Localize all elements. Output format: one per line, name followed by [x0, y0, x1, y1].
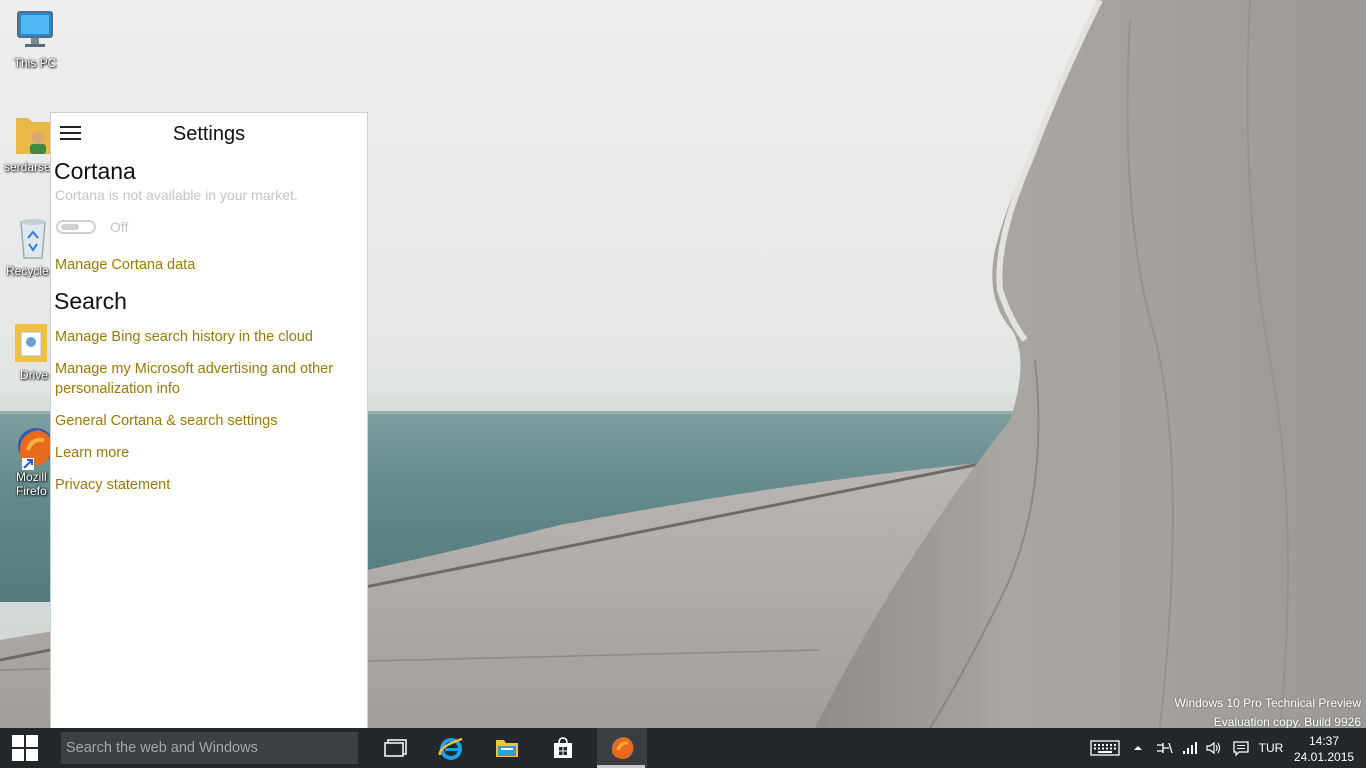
power-status-button[interactable] [1153, 728, 1175, 768]
keyboard-icon [1090, 740, 1120, 756]
task-view-button[interactable] [371, 728, 421, 768]
speaker-icon [1206, 741, 1221, 755]
clock-time: 14:37 [1308, 734, 1340, 748]
recycle-bin-icon [13, 216, 53, 262]
task-view-icon [384, 739, 407, 757]
manage-advertising-link[interactable]: Manage my Microsoft advertising and othe… [55, 359, 367, 399]
file-explorer-icon [496, 740, 518, 757]
store-icon [554, 737, 572, 758]
firefox-icon [611, 737, 634, 759]
learn-more-link[interactable]: Learn more [55, 443, 367, 463]
cortana-toggle-row: Off [56, 217, 367, 237]
action-center-button[interactable] [1230, 728, 1252, 768]
user-folder-icon [14, 112, 54, 158]
signal-bars-icon [1183, 742, 1197, 754]
watermark-line-1: Windows 10 Pro Technical Preview [1174, 696, 1361, 710]
search-heading: Search [54, 288, 127, 314]
panel-title: Settings [172, 123, 246, 145]
firefox-icon [8, 424, 54, 470]
start-button[interactable] [0, 728, 50, 768]
manage-cortana-data-link[interactable]: Manage Cortana data [55, 255, 367, 275]
cortana-settings-panel: Settings Cortana Cortana is not availabl… [50, 112, 368, 728]
volume-button[interactable] [1203, 728, 1225, 768]
chevron-up-icon [1134, 746, 1142, 750]
manage-bing-history-link[interactable]: Manage Bing search history in the cloud [55, 327, 367, 347]
cortana-unavailable-text: Cortana is not available in your market. [55, 187, 298, 203]
computer-icon [15, 8, 55, 54]
document-folder-icon [11, 320, 51, 366]
cortana-toggle[interactable] [56, 220, 96, 234]
internet-explorer-button[interactable] [426, 728, 476, 768]
clock-button[interactable]: 14:37 24.01.2015 [1294, 733, 1354, 765]
windows-logo-icon [12, 735, 38, 761]
file-explorer-button[interactable] [482, 728, 532, 768]
panel-header: Settings [51, 113, 367, 157]
privacy-statement-link[interactable]: Privacy statement [55, 475, 367, 495]
desktop-icon-label: This PC [13, 56, 57, 70]
taskbar-search-input[interactable]: Search the web and Windows [61, 732, 358, 764]
power-plug-icon [1157, 742, 1173, 754]
message-icon [1233, 740, 1249, 756]
internet-explorer-icon [438, 737, 463, 760]
toggle-knob [61, 224, 79, 230]
desktop-icon-this-pc[interactable]: This PC [0, 8, 70, 70]
input-language-label: TUR [1258, 741, 1284, 755]
touch-keyboard-button[interactable] [1088, 728, 1122, 768]
input-language-button[interactable]: TUR [1256, 728, 1286, 768]
cortana-toggle-state: Off [110, 219, 129, 235]
cortana-heading: Cortana [54, 158, 136, 184]
build-watermark: Windows 10 Pro Technical Preview Evaluat… [1174, 694, 1361, 732]
firefox-taskbar-button[interactable] [597, 728, 647, 768]
show-hidden-icons-button[interactable] [1130, 728, 1146, 768]
store-button[interactable] [538, 728, 588, 768]
general-search-settings-link[interactable]: General Cortana & search settings [55, 411, 367, 431]
clock-date: 24.01.2015 [1294, 750, 1355, 764]
network-status-button[interactable] [1179, 728, 1201, 768]
taskbar: Search the web and Windows TUR 14:37 24.… [0, 728, 1366, 768]
